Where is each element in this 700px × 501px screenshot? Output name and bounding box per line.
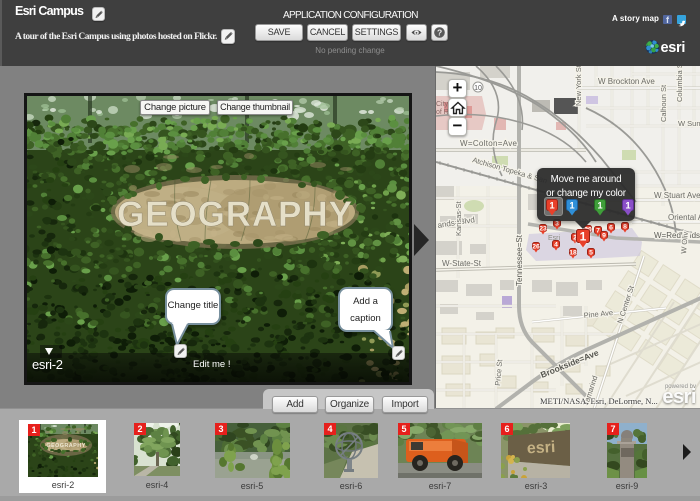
svg-text:of R: of R: [436, 109, 449, 116]
svg-text:W Stuart Ave: W Stuart Ave: [654, 191, 700, 200]
svg-text:6: 6: [609, 224, 613, 231]
svg-text:W-State-St: W-State-St: [442, 259, 482, 268]
svg-text:10: 10: [474, 85, 482, 92]
svg-text:Columbia S: Columbia S: [675, 66, 684, 102]
svg-text:Kansas-St: Kansas-St: [454, 200, 463, 236]
svg-text:8: 8: [623, 223, 627, 230]
svg-text:1: 1: [580, 229, 587, 243]
svg-text:1: 1: [549, 200, 555, 211]
svg-text:Oriental Ave: Oriental Ave: [668, 213, 700, 222]
svg-text:9: 9: [602, 232, 606, 239]
svg-text:26: 26: [532, 243, 540, 250]
svg-text:?: ?: [437, 28, 442, 38]
svg-text:Tennessee=St: Tennessee=St: [515, 234, 524, 286]
svg-text:1: 1: [569, 200, 575, 211]
svg-text:W=Redlands-Bl: W=Redlands-Bl: [654, 231, 700, 240]
svg-text:esri: esri: [661, 40, 686, 55]
svg-text:Calhoun St: Calhoun St: [659, 84, 668, 122]
svg-text:W=Colton=Ave: W=Colton=Ave: [460, 139, 518, 148]
svg-text:esri: esri: [526, 439, 555, 457]
svg-text:GEOGRAPHY: GEOGRAPHY: [117, 195, 353, 234]
svg-text:5: 5: [589, 249, 593, 256]
svg-text:23: 23: [539, 225, 547, 232]
svg-text:1: 1: [597, 200, 603, 211]
svg-text:3: 3: [555, 220, 559, 227]
svg-text:4: 4: [554, 241, 558, 248]
svg-text:W Brockton Ave: W Brockton Ave: [598, 77, 655, 86]
svg-text:W Sun: W Sun: [678, 119, 700, 128]
svg-text:City: City: [436, 101, 449, 108]
svg-text:GEOGRAPHY: GEOGRAPHY: [46, 443, 85, 449]
svg-text:18: 18: [569, 249, 577, 256]
svg-text:1: 1: [625, 200, 631, 211]
svg-text:New York St: New York St: [574, 66, 583, 106]
